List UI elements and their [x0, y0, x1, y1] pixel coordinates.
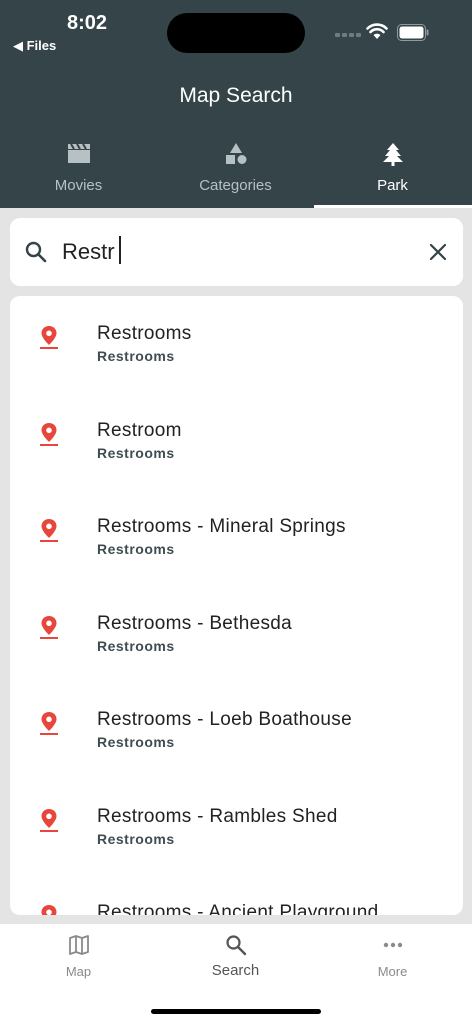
search-bar — [10, 218, 463, 286]
shapes-icon — [157, 142, 314, 166]
tree-icon — [314, 142, 471, 166]
nav-search[interactable]: Search — [157, 934, 314, 979]
page-title: Map Search — [179, 84, 293, 107]
list-item[interactable]: Restrooms - Mineral Springs Restrooms — [10, 489, 463, 585]
status-time: 8:02 — [67, 12, 108, 34]
list-item[interactable]: Restrooms Restrooms — [10, 296, 463, 392]
nav-search-label: Search — [211, 962, 260, 979]
tab-movies[interactable]: Movies — [0, 138, 157, 208]
map-icon — [0, 934, 157, 958]
active-tab-indicator — [314, 205, 472, 208]
dynamic-island — [167, 13, 305, 53]
search-icon — [157, 934, 314, 958]
back-to-files-link[interactable]: ◀ Files — [13, 38, 56, 54]
battery-icon — [397, 24, 429, 41]
result-title: Restrooms — [97, 323, 192, 344]
list-item[interactable]: Restrooms - Loeb Boathouse Restrooms — [10, 682, 463, 778]
home-indicator — [151, 1009, 321, 1014]
tab-park[interactable]: Park — [314, 138, 471, 208]
search-icon — [25, 241, 47, 263]
tab-movies-label: Movies — [54, 177, 103, 194]
nav-map-label: Map — [65, 964, 92, 979]
location-pin-icon — [40, 712, 58, 735]
wifi-icon — [366, 23, 388, 39]
text-cursor — [119, 236, 121, 264]
list-item[interactable]: Restroom Restrooms — [10, 393, 463, 489]
cellular-signal-icon — [335, 33, 361, 37]
location-pin-icon — [40, 616, 58, 639]
result-title: Restrooms - Bethesda — [97, 613, 293, 634]
result-category: Restrooms — [97, 541, 175, 557]
nav-map[interactable]: Map — [0, 934, 157, 979]
clear-search-button[interactable] — [426, 240, 450, 264]
result-title: Restrooms - Mineral Springs — [97, 516, 346, 537]
result-category: Restrooms — [97, 734, 175, 750]
tab-park-label: Park — [377, 177, 408, 194]
more-icon — [314, 934, 471, 958]
result-category: Restrooms — [97, 445, 175, 461]
location-pin-icon — [40, 423, 58, 446]
clapperboard-icon — [0, 142, 157, 166]
list-item[interactable]: Restrooms - Bethesda Restrooms — [10, 586, 463, 682]
list-item[interactable]: Restrooms - Ancient Playground — [10, 875, 463, 915]
search-input[interactable] — [62, 234, 422, 270]
nav-more-label: More — [377, 964, 408, 979]
result-title: Restrooms - Ancient Playground — [97, 902, 379, 915]
result-category: Restrooms — [97, 638, 175, 654]
nav-more[interactable]: More — [314, 934, 471, 979]
result-title: Restroom — [97, 420, 182, 441]
result-title: Restrooms - Loeb Boathouse — [97, 709, 352, 730]
location-pin-icon — [40, 809, 58, 832]
list-item[interactable]: Restrooms - Rambles Shed Restrooms — [10, 779, 463, 875]
result-title: Restrooms - Rambles Shed — [97, 806, 338, 827]
tab-categories[interactable]: Categories — [157, 138, 314, 208]
location-pin-icon — [41, 905, 57, 915]
result-category: Restrooms — [97, 831, 175, 847]
header: 8:02 ◀ Files Map Search Movies Categorie… — [0, 0, 472, 208]
result-category: Restrooms — [97, 348, 175, 364]
location-pin-icon — [40, 519, 58, 542]
search-results-list: Restrooms Restrooms Restroom Restrooms R… — [10, 296, 463, 915]
tab-categories-label: Categories — [199, 177, 272, 194]
location-pin-icon — [40, 326, 58, 349]
